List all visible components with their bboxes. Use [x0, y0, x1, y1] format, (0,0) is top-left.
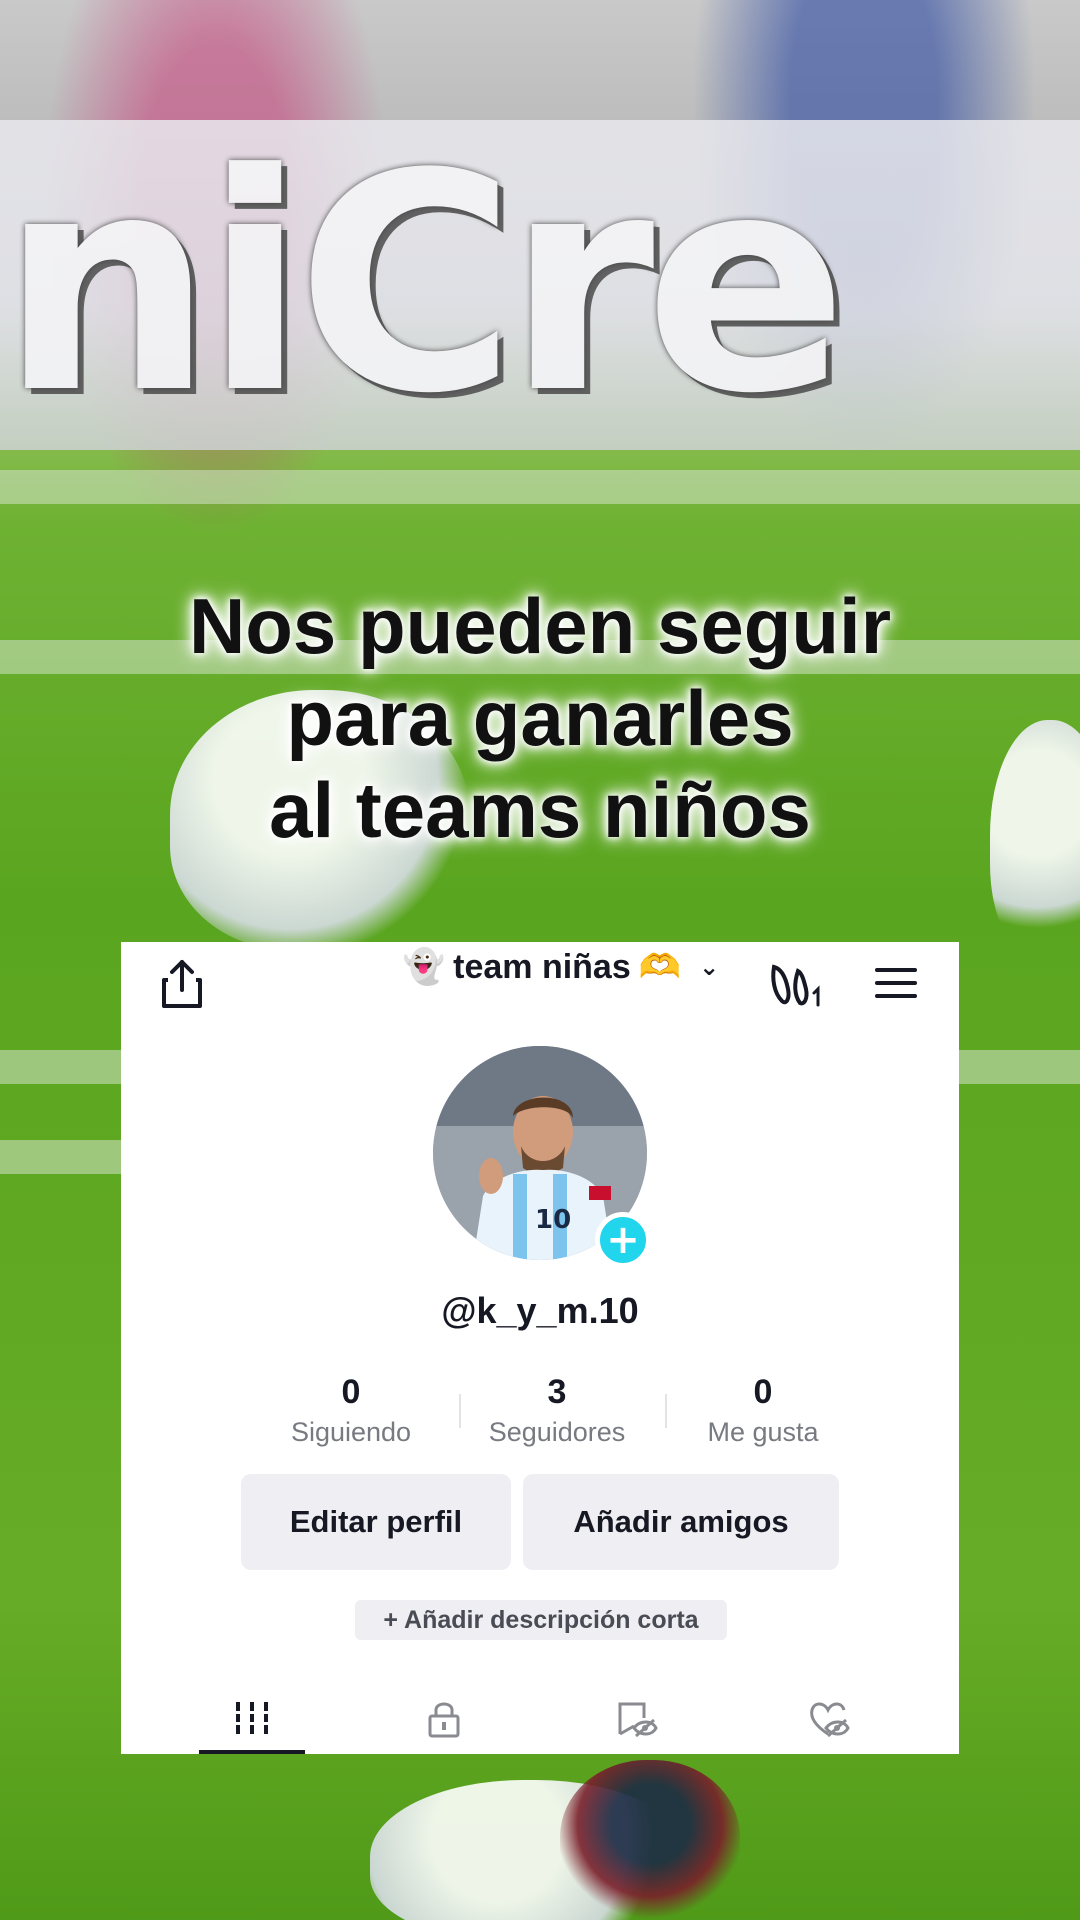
- hamburger-menu-icon: [875, 968, 917, 972]
- profile-card: 👻 team niñas 🫶 ⌄ 10 + @k_y_m.10 0 Siguie…: [121, 942, 959, 1754]
- share-icon: [162, 960, 202, 1008]
- heart-hands-emoji-icon: 🫶: [638, 947, 682, 987]
- background-player: [560, 1760, 740, 1920]
- stat-label: Seguidores: [488, 1417, 626, 1447]
- tab-private[interactable]: [391, 1682, 497, 1754]
- versus-icon: [771, 964, 820, 1007]
- account-switcher[interactable]: 👻 team niñas 🫶 ⌄: [391, 942, 731, 992]
- stat-following[interactable]: 0 Siguiendo: [251, 1372, 451, 1452]
- private-lock-icon: [428, 1702, 460, 1738]
- hamburger-menu-icon: [875, 994, 917, 998]
- add-bio-button[interactable]: + Añadir descripción corta: [355, 1600, 727, 1640]
- videos-grid-icon: [234, 1702, 270, 1734]
- profile-tabs: [121, 1682, 959, 1754]
- tab-reposts[interactable]: [583, 1682, 689, 1754]
- stat-value: 3: [547, 1373, 567, 1411]
- stat-label: Siguiendo: [290, 1417, 412, 1447]
- background-pitch-line: [0, 1140, 121, 1174]
- tab-liked[interactable]: [775, 1682, 881, 1754]
- profile-stats: 0 Siguiendo 3 Seguidores 0 Me gusta: [251, 1372, 871, 1452]
- stat-value: 0: [341, 1373, 361, 1411]
- liked-hidden-icon: [810, 1702, 850, 1738]
- ghost-emoji-icon: 👻: [402, 947, 446, 987]
- active-tab-indicator: [199, 1750, 305, 1754]
- account-name: team niñas: [453, 947, 631, 986]
- video-caption: Nos pueden seguir para ganarles al teams…: [0, 580, 1080, 856]
- username: @k_y_m.10: [441, 1290, 639, 1331]
- svg-text:10: 10: [535, 1205, 571, 1235]
- stat-value: 0: [753, 1373, 773, 1411]
- stat-label: Me gusta: [707, 1417, 819, 1447]
- background-lettering: niCre: [0, 150, 848, 420]
- share-button[interactable]: [159, 956, 205, 1012]
- background-pitch-line: [0, 470, 1080, 504]
- add-friends-button[interactable]: Añadir amigos: [523, 1474, 839, 1570]
- profile-top-bar: 👻 team niñas 🫶 ⌄: [121, 942, 959, 1022]
- caption-line: al teams niños: [269, 766, 811, 854]
- chevron-down-icon: ⌄: [699, 953, 720, 981]
- reposts-hidden-icon: [618, 1702, 658, 1738]
- hamburger-menu-icon: [875, 981, 917, 985]
- versus-button[interactable]: [767, 956, 827, 1012]
- caption-line: para ganarles: [286, 674, 794, 762]
- tab-videos[interactable]: [199, 1682, 305, 1754]
- menu-button[interactable]: [873, 960, 919, 1006]
- edit-profile-button[interactable]: Editar perfil: [241, 1474, 511, 1570]
- caption-line: Nos pueden seguir: [188, 582, 892, 670]
- stat-likes[interactable]: 0 Me gusta: [663, 1372, 863, 1452]
- add-avatar-button[interactable]: +: [595, 1212, 651, 1268]
- stat-followers[interactable]: 3 Seguidores: [457, 1372, 657, 1452]
